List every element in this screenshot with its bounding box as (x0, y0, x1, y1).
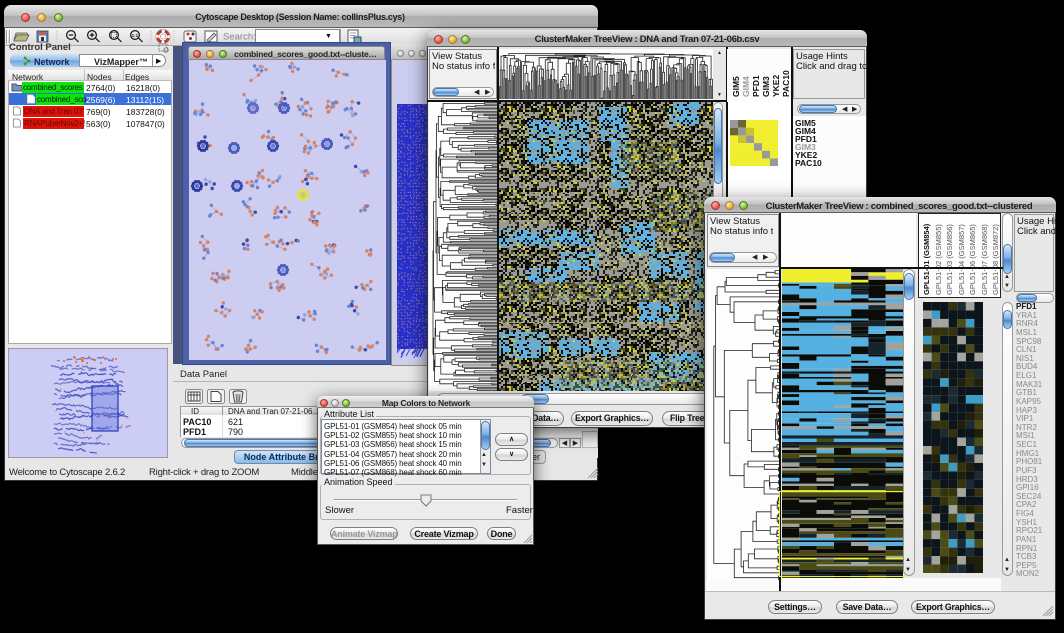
svg-text:1:1: 1:1 (132, 33, 139, 38)
svg-text:Search:: Search: (223, 32, 256, 43)
